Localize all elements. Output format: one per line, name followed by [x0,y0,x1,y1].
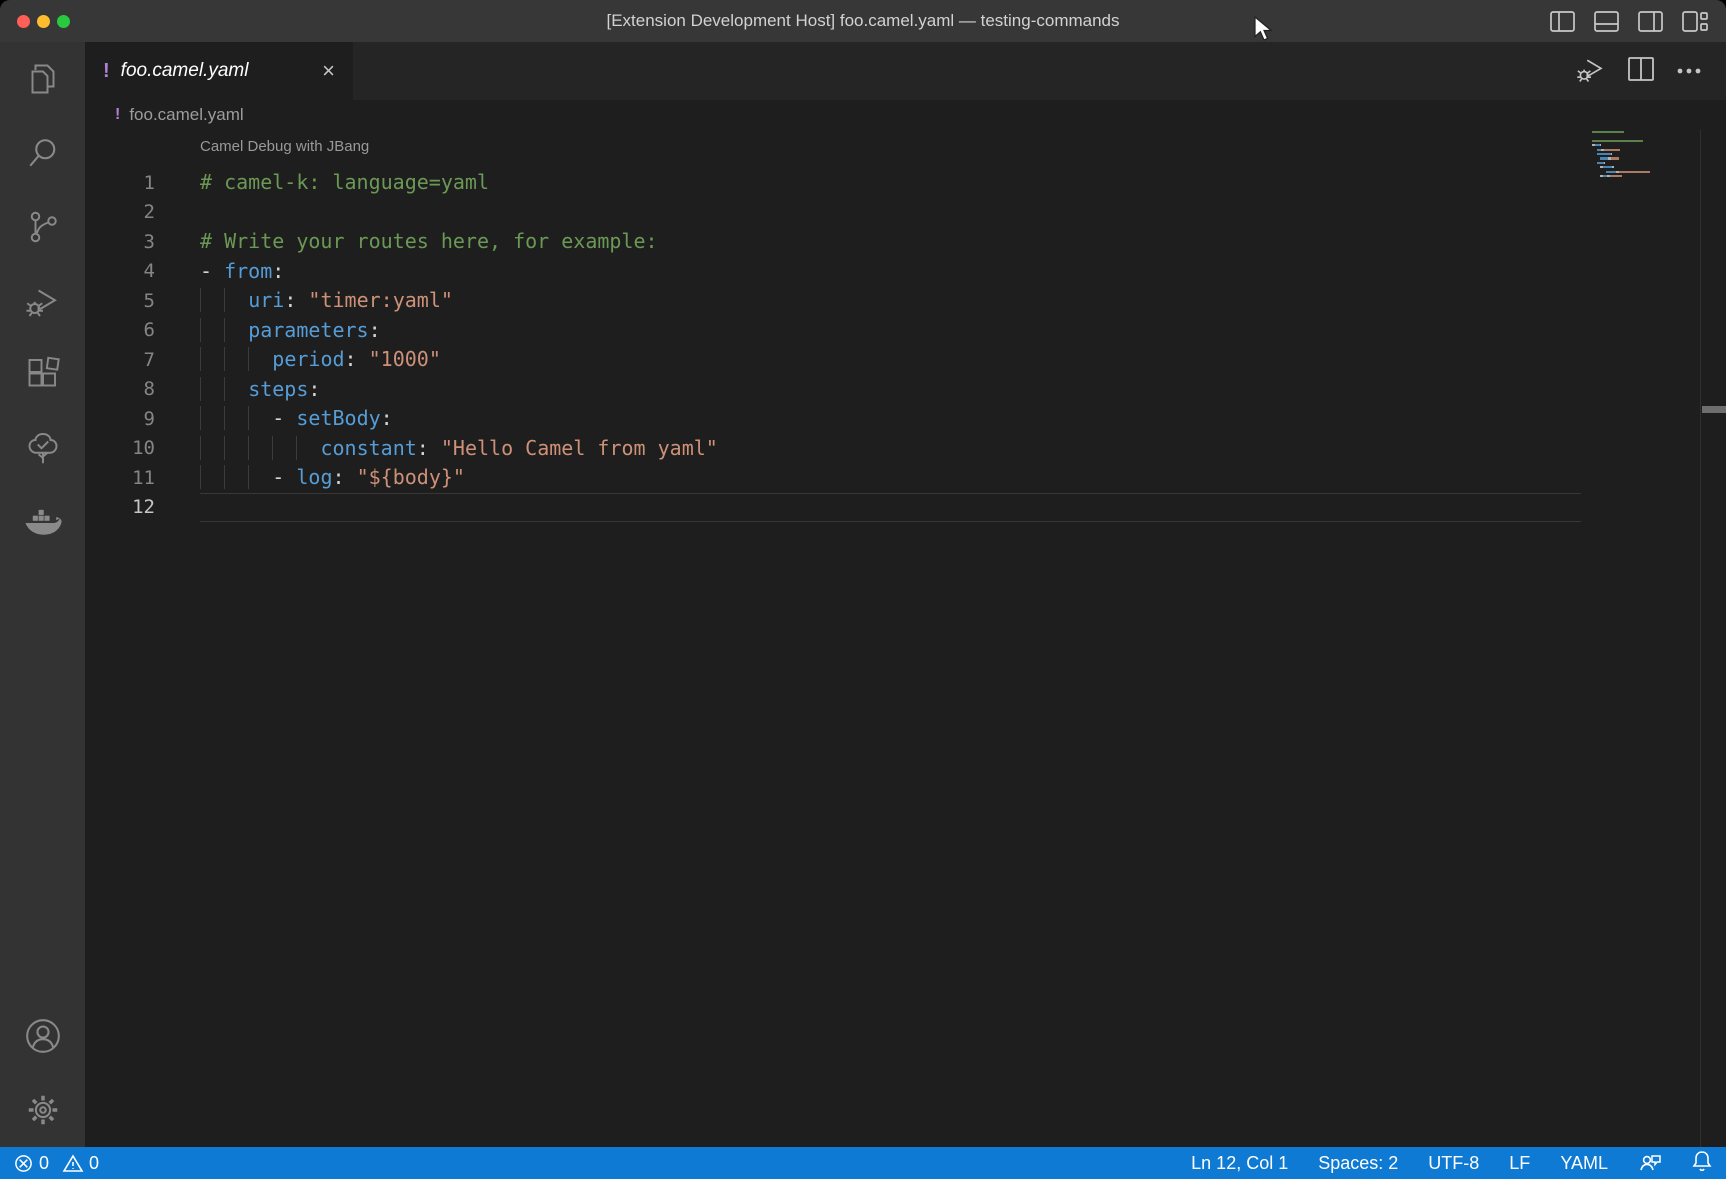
warning-count: 0 [89,1153,99,1174]
split-editor-icon[interactable] [1628,57,1654,86]
line-number: 10 [85,437,155,459]
docker-icon[interactable] [0,486,85,560]
extensions-icon[interactable] [0,338,85,412]
activity-bar [0,42,85,1147]
mouse-pointer [1253,17,1275,46]
code-text [200,198,1581,228]
title-bar: [Extension Development Host] foo.camel.y… [0,0,1726,42]
code-text: period: "1000" [200,345,1581,375]
code-text: # Write your routes here, for example: [200,227,1581,257]
code-text: - setBody: [200,404,1581,434]
line-number: 4 [85,260,155,282]
code-line[interactable]: 4 - from: [85,257,1726,287]
code-text [200,493,1581,523]
line-number: 8 [85,378,155,400]
breadcrumb-file-label: foo.camel.yaml [129,105,243,125]
tab-close-icon[interactable]: × [322,60,335,82]
code-line[interactable]: 2 [85,198,1726,228]
run-and-debug-icon[interactable] [0,264,85,338]
language-mode-status[interactable]: YAML [1560,1153,1608,1174]
indentation-status[interactable]: Spaces: 2 [1318,1153,1398,1174]
cursor-position-status[interactable]: Ln 12, Col 1 [1191,1153,1288,1174]
vscode-window: [Extension Development Host] foo.camel.y… [0,0,1726,1179]
tab-label: foo.camel.yaml [121,60,249,82]
line-number: 6 [85,319,155,341]
more-actions-icon[interactable] [1676,62,1702,80]
error-count: 0 [39,1153,49,1174]
line-number: 1 [85,172,155,194]
breadcrumb[interactable]: ! foo.camel.yaml [85,100,1726,130]
code-text: - from: [200,257,1581,287]
code-line[interactable]: 11 - log: "${body}" [85,463,1726,493]
code-line[interactable]: 3 # Write your routes here, for example: [85,227,1726,257]
line-number: 11 [85,467,155,489]
code-line[interactable]: 5 uri: "timer:yaml" [85,286,1726,316]
code-line[interactable]: 8 steps: [85,375,1726,405]
tab-bar: ! foo.camel.yaml × [85,42,1726,100]
eol-status[interactable]: LF [1509,1153,1530,1174]
code-line[interactable]: 10 constant: "Hello Camel from yaml" [85,434,1726,464]
breadcrumb-warning-badge: ! [115,106,120,124]
line-number: 2 [85,201,155,223]
error-icon [14,1154,33,1173]
close-window-button[interactable] [17,15,30,28]
toggle-secondary-sidebar-icon[interactable] [1638,11,1663,32]
notifications-bell-icon[interactable] [1692,1150,1712,1177]
code-text: uri: "timer:yaml" [200,286,1581,316]
customize-layout-icon[interactable] [1682,11,1708,32]
problems-indicator[interactable]: 0 0 [14,1153,99,1174]
tab-warning-badge: ! [103,60,110,83]
code-line[interactable]: 12 [85,493,1726,523]
traffic-lights [0,15,70,28]
status-bar: 0 0 Ln 12, Col 1 Spaces: 2 UTF-8 LF YAML [0,1147,1726,1179]
line-number: 3 [85,231,155,253]
editor-code-area[interactable]: Camel Debug with JBang 1 # camel-k: langu… [85,130,1726,1147]
line-number: 12 [85,496,155,518]
code-text: # camel-k: language=yaml [200,168,1581,198]
zoom-window-button[interactable] [57,15,70,28]
source-control-icon[interactable] [0,190,85,264]
code-line[interactable]: 1 # camel-k: language=yaml [85,168,1726,198]
line-number: 5 [85,290,155,312]
search-icon[interactable] [0,116,85,190]
code-line[interactable]: 9 - setBody: [85,404,1726,434]
code-text: parameters: [200,316,1581,346]
minimap[interactable] [1592,130,1682,183]
line-number: 9 [85,408,155,430]
accounts-icon[interactable] [0,999,85,1073]
feedback-icon[interactable] [1638,1150,1662,1177]
overview-ruler-cursor-marker [1702,406,1726,413]
minimize-window-button[interactable] [37,15,50,28]
warning-icon [63,1154,83,1173]
explorer-icon[interactable] [0,42,85,116]
code-line[interactable]: 7 period: "1000" [85,345,1726,375]
test-tree-icon[interactable] [0,412,85,486]
line-number: 7 [85,349,155,371]
code-text: constant: "Hello Camel from yaml" [200,434,1581,464]
window-title: [Extension Development Host] foo.camel.y… [0,11,1726,31]
encoding-status[interactable]: UTF-8 [1428,1153,1479,1174]
toggle-panel-icon[interactable] [1594,11,1619,32]
code-text: - log: "${body}" [200,463,1581,493]
toggle-primary-sidebar-icon[interactable] [1550,11,1575,32]
settings-gear-icon[interactable] [0,1073,85,1147]
overview-ruler-border [1700,130,1701,1147]
code-line[interactable]: 6 parameters: [85,316,1726,346]
run-or-debug-icon[interactable] [1576,54,1606,89]
code-lines: 1 # camel-k: language=yaml 2 3 # Write your … [85,168,1726,522]
codelens-camel-debug[interactable]: Camel Debug with JBang [200,138,369,155]
tab-foo-camel-yaml[interactable]: ! foo.camel.yaml × [85,42,353,100]
code-text: steps: [200,375,1581,405]
